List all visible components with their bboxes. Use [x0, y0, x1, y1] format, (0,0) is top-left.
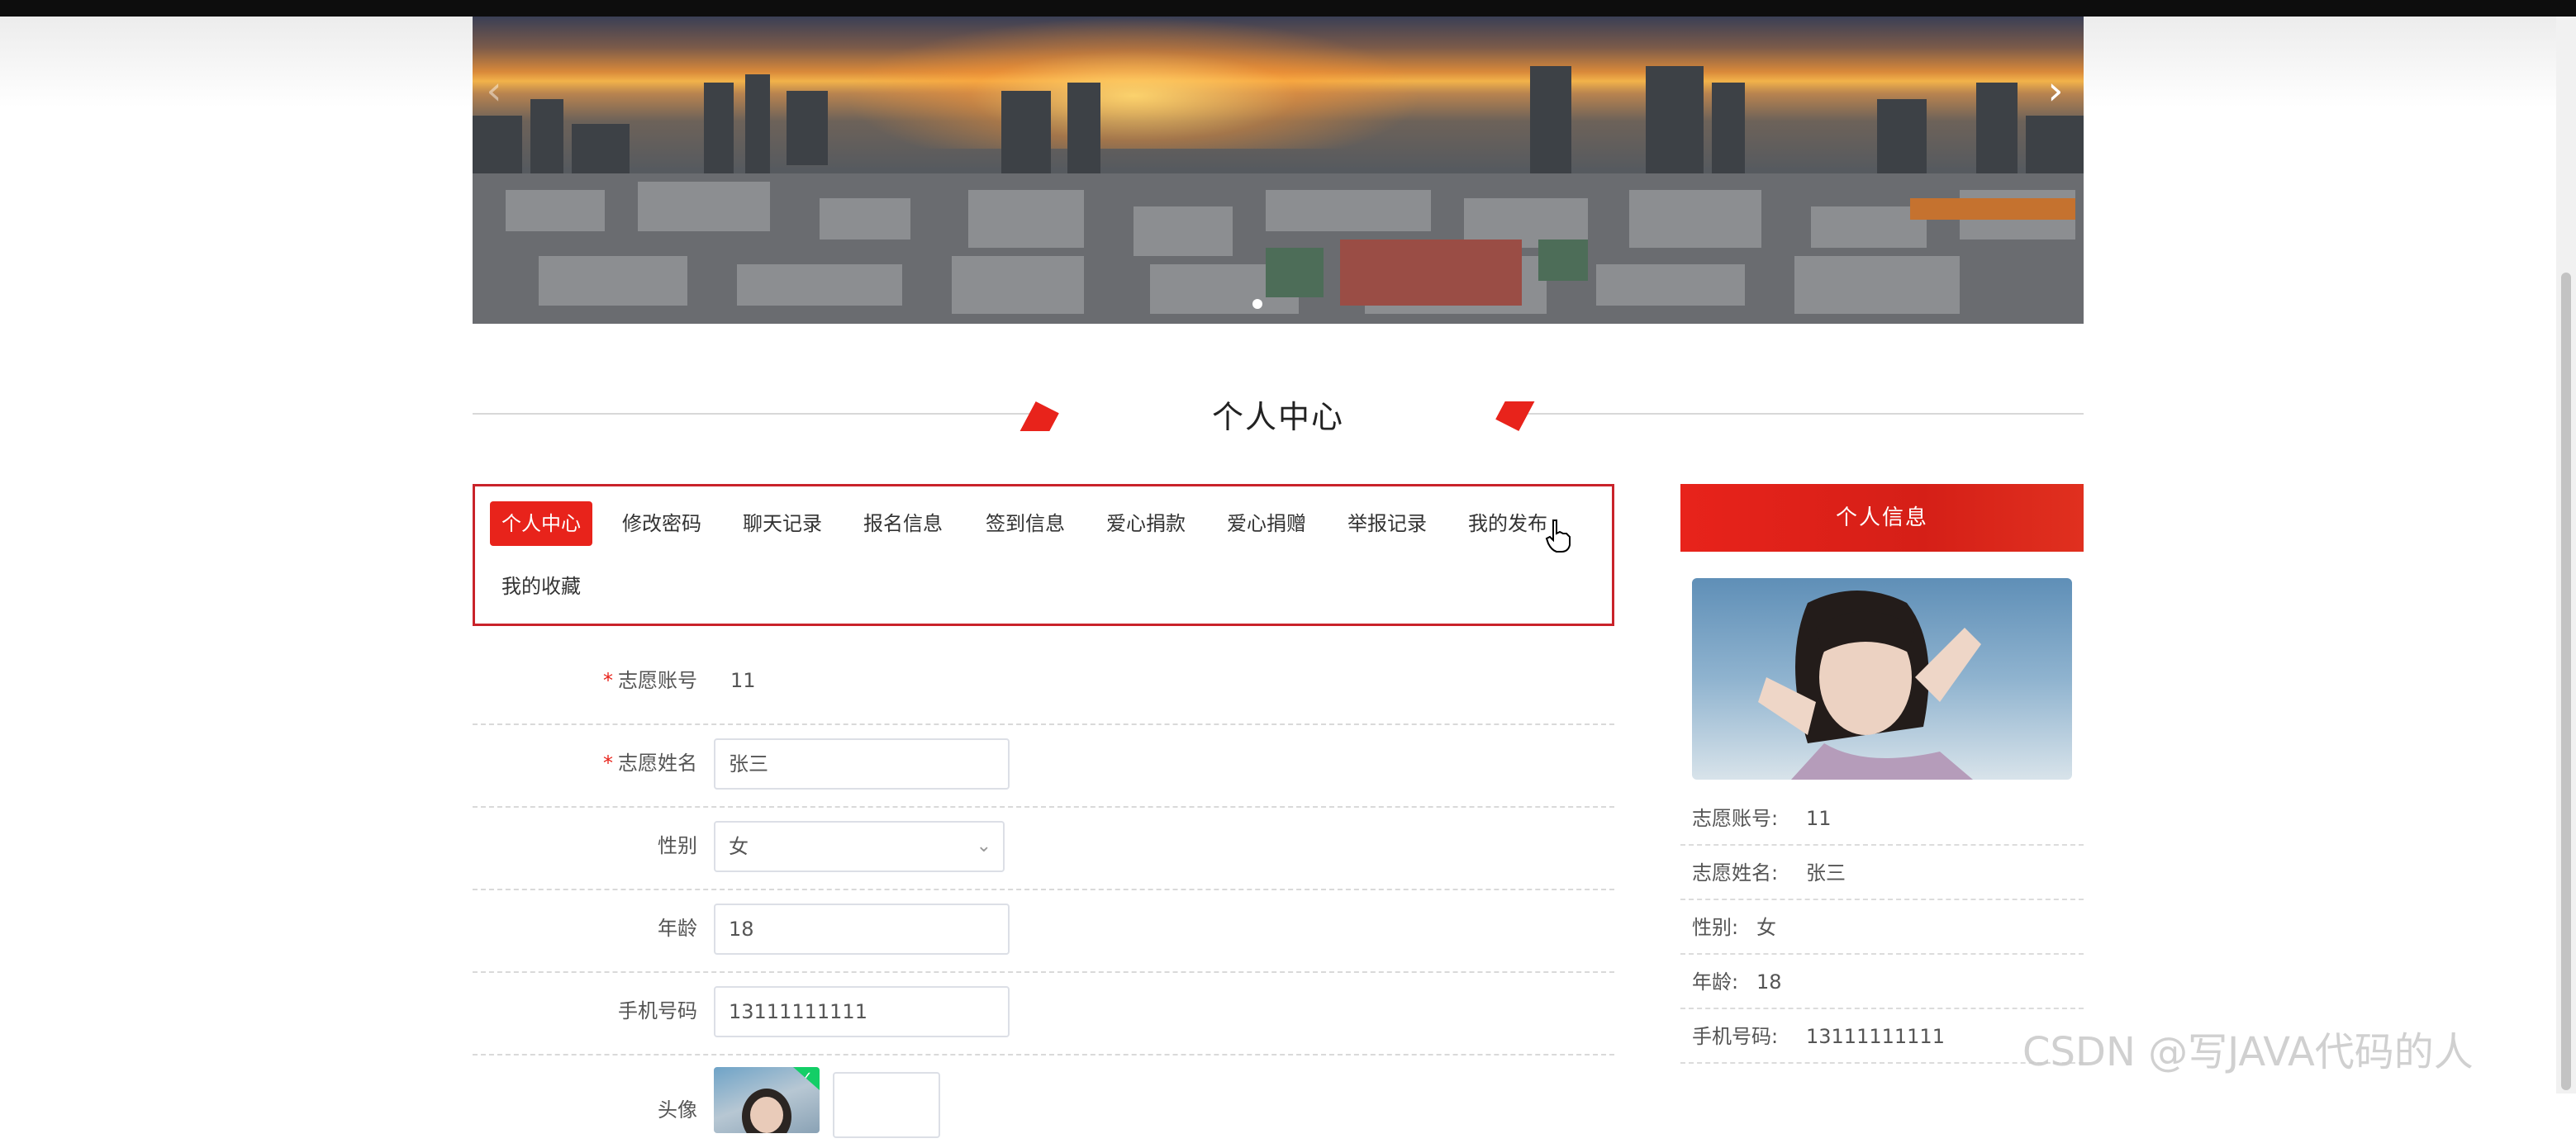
carousel-prev-icon[interactable]: ‹: [478, 66, 511, 116]
form-row-account: * 志愿账号 11: [473, 643, 1614, 725]
avatar-thumbnail[interactable]: ✓: [714, 1067, 820, 1133]
page-title: 个人中心: [1211, 399, 1344, 435]
profile-info-title: 个人信息: [1680, 484, 2084, 552]
avatar-upload-button[interactable]: [833, 1072, 940, 1138]
required-mark: *: [603, 669, 613, 692]
age-input[interactable]: 18: [714, 904, 1010, 955]
chevron-down-icon: ⌄: [976, 836, 991, 856]
phone-input[interactable]: 13111111111: [714, 986, 1010, 1037]
banner-carousel[interactable]: ‹ ›: [473, 17, 2084, 324]
tab-checkin-info[interactable]: 签到信息: [974, 501, 1077, 546]
phone-label: 手机号码: [618, 999, 697, 1022]
gender-selected-value: 女: [729, 835, 749, 858]
info-row-gender: 性别: 女: [1680, 900, 2084, 955]
name-label: * 志愿姓名: [603, 752, 697, 775]
tab-change-password[interactable]: 修改密码: [611, 501, 713, 546]
tab-personal-center[interactable]: 个人中心: [490, 501, 592, 546]
carousel-next-icon[interactable]: ›: [2039, 66, 2072, 116]
form-row-avatar: 头像 ✓: [473, 1055, 1614, 1138]
tab-signup-info[interactable]: 报名信息: [852, 501, 954, 546]
city-skyline-image: [473, 66, 2084, 324]
gender-label: 性别: [658, 834, 697, 857]
browser-top-bar: [0, 0, 2576, 17]
tab-my-favorites[interactable]: 我的收藏: [490, 564, 592, 609]
tab-donation-money[interactable]: 爱心捐款: [1095, 501, 1197, 546]
section-heading: 个人中心: [473, 388, 2084, 438]
form-row-gender: 性别 女 ⌄: [473, 808, 1614, 890]
avatar-photo: [742, 1089, 791, 1133]
form-row-phone: 手机号码 13111111111: [473, 973, 1614, 1055]
tab-report-records[interactable]: 举报记录: [1336, 501, 1438, 546]
form-row-name: * 志愿姓名 张三: [473, 725, 1614, 808]
name-input[interactable]: 张三: [714, 738, 1010, 790]
tab-my-posts[interactable]: 我的发布: [1457, 501, 1559, 546]
carousel-indicator-dot[interactable]: [1252, 299, 1262, 309]
info-row-age: 年龄: 18: [1680, 955, 2084, 1009]
hand-cursor-icon: [1545, 519, 1571, 553]
tab-donation-items[interactable]: 爱心捐赠: [1215, 501, 1318, 546]
csdn-watermark: CSDN @写JAVA代码的人: [2022, 1029, 2474, 1075]
info-row-name: 志愿姓名: 张三: [1680, 846, 2084, 900]
scrollbar-thumb[interactable]: [2561, 273, 2571, 1090]
gender-select[interactable]: 女 ⌄: [714, 821, 1005, 872]
account-value: 11: [730, 669, 756, 692]
age-label: 年龄: [658, 917, 697, 940]
account-label: * 志愿账号: [603, 669, 697, 692]
avatar-label: 头像: [658, 1098, 697, 1122]
form-row-age: 年龄 18: [473, 890, 1614, 973]
required-mark: *: [603, 752, 613, 775]
center-tabs: 个人中心 修改密码 聊天记录 报名信息 签到信息 爱心捐款 爱心捐赠 举报记录 …: [473, 484, 1614, 626]
info-row-account: 志愿账号: 11: [1680, 791, 2084, 846]
profile-photo: [1692, 578, 2072, 780]
tab-chat-records[interactable]: 聊天记录: [731, 501, 834, 546]
